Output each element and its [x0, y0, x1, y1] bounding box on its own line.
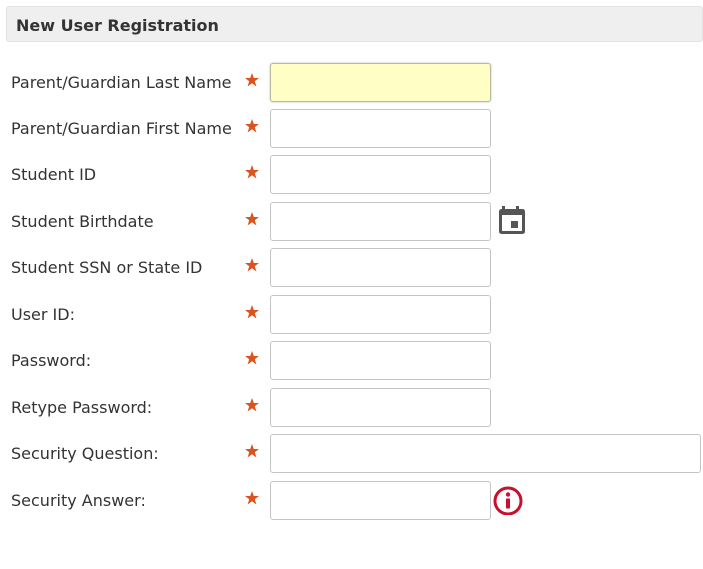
security-answer-label: Security Answer: [11, 491, 146, 510]
form-row-parent-first-name: Parent/Guardian First Name [0, 109, 703, 149]
student-birthdate-input[interactable] [270, 202, 491, 241]
required-star-icon [245, 212, 259, 226]
parent-first-name-label: Parent/Guardian First Name [11, 119, 232, 138]
form-header: New User Registration [6, 6, 703, 42]
security-answer-input[interactable] [270, 481, 491, 520]
calendar-icon[interactable] [496, 204, 528, 236]
student-id-input[interactable] [270, 155, 491, 194]
retype-password-input[interactable] [270, 388, 491, 427]
required-star-icon [245, 444, 259, 458]
required-star-icon [245, 491, 259, 505]
form-row-student-birthdate: Student Birthdate [0, 202, 703, 242]
password-input[interactable] [270, 341, 491, 380]
form-row-user-id: User ID: [0, 295, 703, 335]
parent-last-name-label: Parent/Guardian Last Name [11, 73, 232, 92]
retype-password-label: Retype Password: [11, 398, 153, 417]
info-icon[interactable] [492, 483, 524, 515]
form-row-parent-last-name: Parent/Guardian Last Name [0, 63, 703, 103]
user-id-label: User ID: [11, 305, 75, 324]
required-star-icon [245, 351, 259, 365]
form-row-student-ssn: Student SSN or State ID [0, 248, 703, 288]
required-star-icon [245, 73, 259, 87]
form-row-security-answer: Security Answer: [0, 481, 703, 521]
required-star-icon [245, 305, 259, 319]
user-id-input[interactable] [270, 295, 491, 334]
form-title: New User Registration [16, 16, 219, 35]
security-question-input[interactable] [270, 434, 701, 473]
security-question-label: Security Question: [11, 444, 159, 463]
required-star-icon [245, 165, 259, 179]
student-ssn-input[interactable] [270, 248, 491, 287]
form-row-security-question: Security Question: [0, 434, 703, 474]
parent-last-name-input[interactable] [270, 63, 491, 102]
form-row-retype-password: Retype Password: [0, 388, 703, 428]
required-star-icon [245, 119, 259, 133]
required-star-icon [245, 258, 259, 272]
form-row-student-id: Student ID [0, 155, 703, 195]
parent-first-name-input[interactable] [270, 109, 491, 148]
required-star-icon [245, 398, 259, 412]
form-row-password: Password: [0, 341, 703, 381]
student-birthdate-label: Student Birthdate [11, 212, 154, 231]
password-label: Password: [11, 351, 92, 370]
student-ssn-label: Student SSN or State ID [11, 258, 203, 277]
student-id-label: Student ID [11, 165, 97, 184]
